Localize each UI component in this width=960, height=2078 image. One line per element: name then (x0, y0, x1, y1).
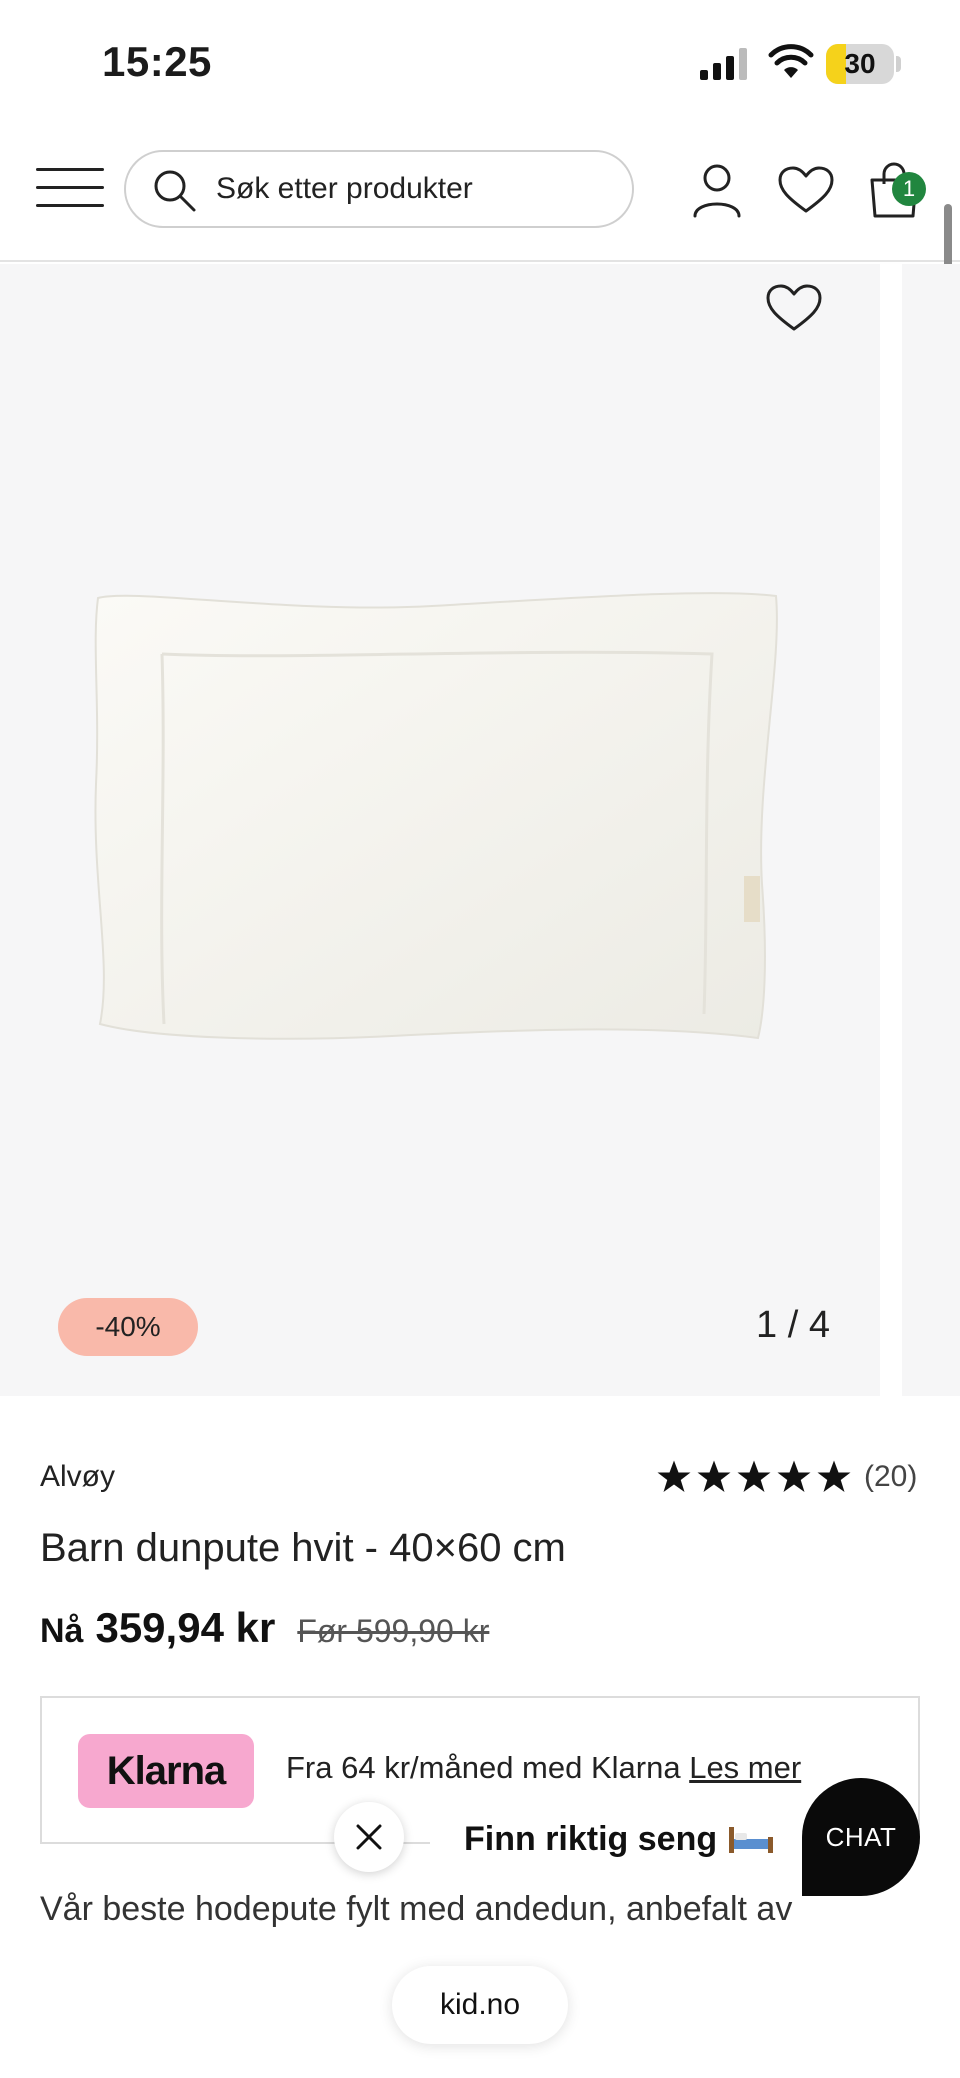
chat-prompt-bubble[interactable]: Finn riktig seng (430, 1808, 812, 1870)
product-description: Vår beste hodepute fylt med andedun, anb… (40, 1890, 793, 1928)
star-icon (657, 1460, 691, 1492)
hamburger-menu-icon[interactable] (36, 166, 104, 210)
product-title: Barn dunpute hvit - 40×60 cm (40, 1526, 566, 1570)
product-brand[interactable]: Alvøy (40, 1460, 115, 1494)
klarna-offer: Fra 64 kr/måned med Klarna (286, 1750, 681, 1785)
search-input[interactable] (216, 152, 616, 226)
close-icon (356, 1824, 382, 1850)
battery-indicator: 30 (826, 44, 894, 84)
cellular-signal-icon (700, 48, 747, 80)
price-now: 359,94 kr (95, 1604, 276, 1651)
browser-url-bar[interactable]: kid.no (392, 1966, 568, 2044)
cart-count-badge: 1 (892, 172, 926, 206)
wishlist-heart-icon[interactable] (778, 166, 834, 214)
chat-prompt-text: Finn riktig seng (464, 1819, 718, 1858)
price-before: Før 599,90 kr (297, 1613, 490, 1649)
star-icon (777, 1460, 811, 1492)
star-icon (737, 1460, 771, 1492)
klarna-text: Fra 64 kr/måned med Klarna Les mer (286, 1750, 801, 1786)
add-to-wishlist-heart-icon[interactable] (766, 284, 822, 332)
bed-emoji-icon (729, 1827, 774, 1853)
klarna-logo: Klarna (78, 1734, 254, 1808)
wifi-icon (768, 44, 814, 78)
battery-tip (896, 56, 901, 72)
image-counter: 1 / 4 (756, 1304, 830, 1346)
status-time: 15:25 (102, 38, 212, 85)
star-icon (817, 1460, 851, 1492)
price-now-label: Nå (40, 1612, 84, 1650)
product-rating[interactable]: (20) (656, 1456, 917, 1498)
status-bar: 15:25 30 (0, 0, 960, 120)
star-icon (697, 1460, 731, 1492)
gallery-next-slide[interactable] (902, 264, 960, 1396)
price-row: Nå 359,94 kr Før 599,90 kr (40, 1604, 489, 1652)
klarna-read-more-link[interactable]: Les mer (689, 1750, 801, 1785)
rating-count: (20) (864, 1460, 918, 1493)
close-chat-prompt-button[interactable] (334, 1802, 404, 1872)
product-image-pillow (94, 592, 778, 1040)
chat-button[interactable]: CHAT (802, 1778, 920, 1896)
battery-level: 30 (844, 48, 876, 79)
user-account-icon[interactable] (692, 162, 742, 218)
discount-badge: -40% (58, 1298, 198, 1356)
search-icon (154, 170, 196, 212)
search-bar[interactable] (124, 150, 634, 228)
